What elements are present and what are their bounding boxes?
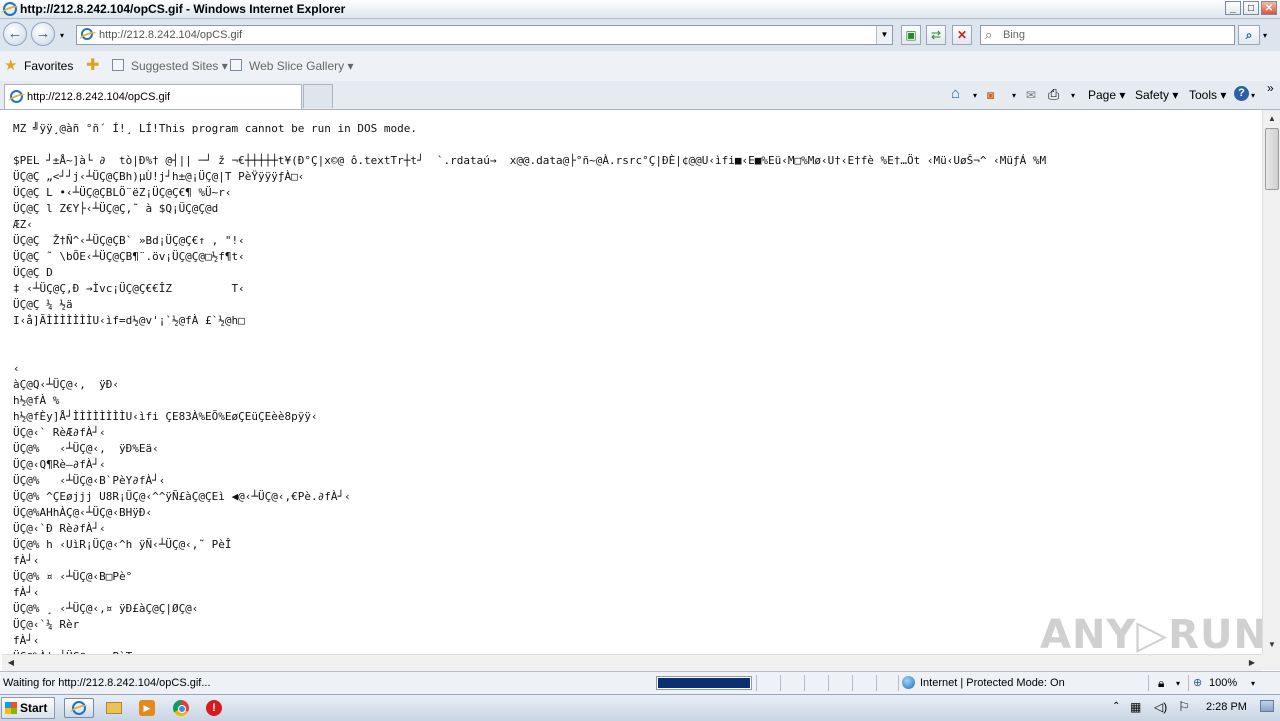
search-input[interactable]: ⌕ Bing <box>980 25 1235 45</box>
tray-network-icon[interactable]: ▦ <box>1130 700 1141 714</box>
mail-icon[interactable]: ✉ <box>1026 88 1036 102</box>
page-menu[interactable]: Page ▾ <box>1088 88 1125 102</box>
title-bar: http://212.8.242.104/opCS.gif - Windows … <box>0 0 1280 19</box>
internet-zone-icon <box>902 676 915 689</box>
suggested-sites-icon <box>112 59 124 71</box>
web-slice-icon <box>230 59 242 71</box>
safety-menu[interactable]: Safety ▾ <box>1135 88 1178 102</box>
start-button[interactable]: Start <box>1 697 55 719</box>
feeds-icon[interactable]: ◙ <box>987 88 994 102</box>
more-commands-icon[interactable]: » <box>1267 81 1274 95</box>
forward-button[interactable]: → <box>31 22 55 46</box>
search-placeholder: Bing <box>1003 29 1026 41</box>
taskbar-ie-button[interactable] <box>64 698 94 718</box>
horizontal-scrollbar[interactable]: ◀ ▶ <box>2 654 1262 671</box>
print-icon[interactable]: ⎙ <box>1048 86 1059 103</box>
status-divider <box>780 675 781 691</box>
zoom-icon[interactable]: ⊕ <box>1193 676 1202 689</box>
help-icon[interactable]: ? <box>1234 86 1249 101</box>
status-divider <box>876 675 877 691</box>
close-button[interactable]: ✕ <box>1261 1 1277 15</box>
favorites-button[interactable]: Favorites <box>24 59 73 73</box>
tools-menu[interactable]: Tools ▾ <box>1189 88 1226 102</box>
chrome-center-icon <box>178 705 186 713</box>
ie-logo-icon <box>3 2 17 16</box>
address-bar[interactable]: http://212.8.242.104/opCS.gif ▼ <box>76 25 893 45</box>
taskbar: Start ▶ ! ⌃ ▦ ◁) ⚐ 2:28 PM <box>0 694 1280 721</box>
tray-flag-icon[interactable]: ⚐ <box>1178 699 1190 715</box>
tab-row: http://212.8.242.104/opCS.gif ⌂ ▾ ◙ ▾ ✉ … <box>0 81 1280 110</box>
tab-opcs-gif[interactable]: http://212.8.242.104/opCS.gif <box>4 84 302 109</box>
status-divider <box>828 675 829 691</box>
address-url[interactable]: http://212.8.242.104/opCS.gif <box>99 29 242 41</box>
scrollbar-corner <box>1262 654 1280 670</box>
status-divider <box>1148 675 1149 691</box>
status-divider <box>852 675 853 691</box>
compatibility-view-button[interactable]: ▣ <box>901 25 921 45</box>
taskbar-warning-app-button[interactable]: ! <box>203 698 225 718</box>
vertical-scroll-thumb[interactable] <box>1265 128 1279 190</box>
tray-expand-icon[interactable]: ⌃ <box>1112 701 1120 712</box>
favorites-bar: ★ Favorites ✚ Suggested Sites ▾ Web Slic… <box>0 51 1280 82</box>
favorites-star-icon: ★ <box>4 57 18 74</box>
zoom-dropdown-icon[interactable]: ▾ <box>1251 679 1255 688</box>
tray-volume-icon[interactable]: ◁) <box>1154 700 1167 714</box>
progress-fill <box>658 678 750 688</box>
web-slice-gallery-link[interactable]: Web Slice Gallery ▾ <box>249 59 354 73</box>
search-icon: ⌕ <box>985 27 993 42</box>
start-label: Start <box>20 701 48 715</box>
feeds-dropdown-icon[interactable]: ▾ <box>1012 91 1016 100</box>
stop-button[interactable]: ✕ <box>952 25 972 45</box>
search-options-icon[interactable]: ▾ <box>1263 31 1267 40</box>
tab-label: http://212.8.242.104/opCS.gif <box>27 91 171 103</box>
status-divider <box>898 675 899 691</box>
home-dropdown-icon[interactable]: ▾ <box>973 91 977 100</box>
taskbar-chrome-button[interactable] <box>170 698 192 718</box>
new-tab-button[interactable] <box>303 84 333 108</box>
suggested-sites-link[interactable]: Suggested Sites ▾ <box>131 59 228 73</box>
vertical-scrollbar[interactable]: ▲ ▼ <box>1262 110 1280 654</box>
back-button[interactable]: ← <box>3 22 27 46</box>
progress-bar <box>656 676 752 690</box>
scroll-right-icon[interactable]: ▶ <box>1245 656 1259 670</box>
maximize-button[interactable]: □ <box>1243 1 1259 15</box>
protected-mode-dropdown-icon[interactable]: ▾ <box>1176 679 1180 688</box>
page-content: MZ ╝ÿÿ¸@àñ °ñ´ Í!¸ LÍ!This program canno… <box>2 110 1262 654</box>
windows-logo-icon <box>5 702 17 714</box>
status-message: Waiting for http://212.8.242.104/opCS.gi… <box>3 677 211 689</box>
scroll-up-icon[interactable]: ▲ <box>1265 112 1279 126</box>
home-icon[interactable]: ⌂ <box>951 85 960 102</box>
address-dropdown-icon[interactable]: ▼ <box>876 26 892 44</box>
binary-text-content: MZ ╝ÿÿ¸@àñ °ñ´ Í!¸ LÍ!This program canno… <box>13 122 1047 654</box>
scroll-down-icon[interactable]: ▼ <box>1265 638 1279 652</box>
scroll-left-icon[interactable]: ◀ <box>4 656 18 670</box>
zoom-level[interactable]: 100% <box>1209 677 1237 689</box>
tab-page-icon <box>10 90 23 103</box>
show-desktop-icon[interactable] <box>1260 700 1274 712</box>
status-divider <box>756 675 757 691</box>
print-dropdown-icon[interactable]: ▾ <box>1071 91 1075 100</box>
taskbar-clock[interactable]: 2:28 PM <box>1206 701 1247 713</box>
search-button[interactable]: ⌕ <box>1238 25 1260 45</box>
history-dropdown-icon[interactable]: ▾ <box>60 31 64 40</box>
add-to-favorites-icon[interactable]: ✚ <box>86 55 99 75</box>
status-bar: Waiting for http://212.8.242.104/opCS.gi… <box>0 671 1280 694</box>
window-title: http://212.8.242.104/opCS.gif - Windows … <box>20 2 346 16</box>
page-icon <box>81 28 93 40</box>
security-zone-text[interactable]: Internet | Protected Mode: On <box>920 677 1065 689</box>
minimize-button[interactable]: _ <box>1225 1 1241 15</box>
ie-taskbar-icon <box>72 701 86 715</box>
help-dropdown-icon[interactable]: ▾ <box>1251 91 1255 100</box>
media-player-icon: ▶ <box>139 700 155 716</box>
refresh-button[interactable]: ⇄ <box>926 25 946 45</box>
taskbar-explorer-button[interactable] <box>103 698 125 718</box>
taskbar-media-player-button[interactable]: ▶ <box>136 698 158 718</box>
status-divider <box>804 675 805 691</box>
protected-mode-icon[interactable]: 🔒︎ <box>1158 676 1164 691</box>
red-alert-icon: ! <box>206 700 222 716</box>
folder-icon <box>106 702 122 714</box>
status-divider <box>1188 675 1189 691</box>
address-row: ← → ▾ http://212.8.242.104/opCS.gif ▼ ▣ … <box>0 19 1280 51</box>
